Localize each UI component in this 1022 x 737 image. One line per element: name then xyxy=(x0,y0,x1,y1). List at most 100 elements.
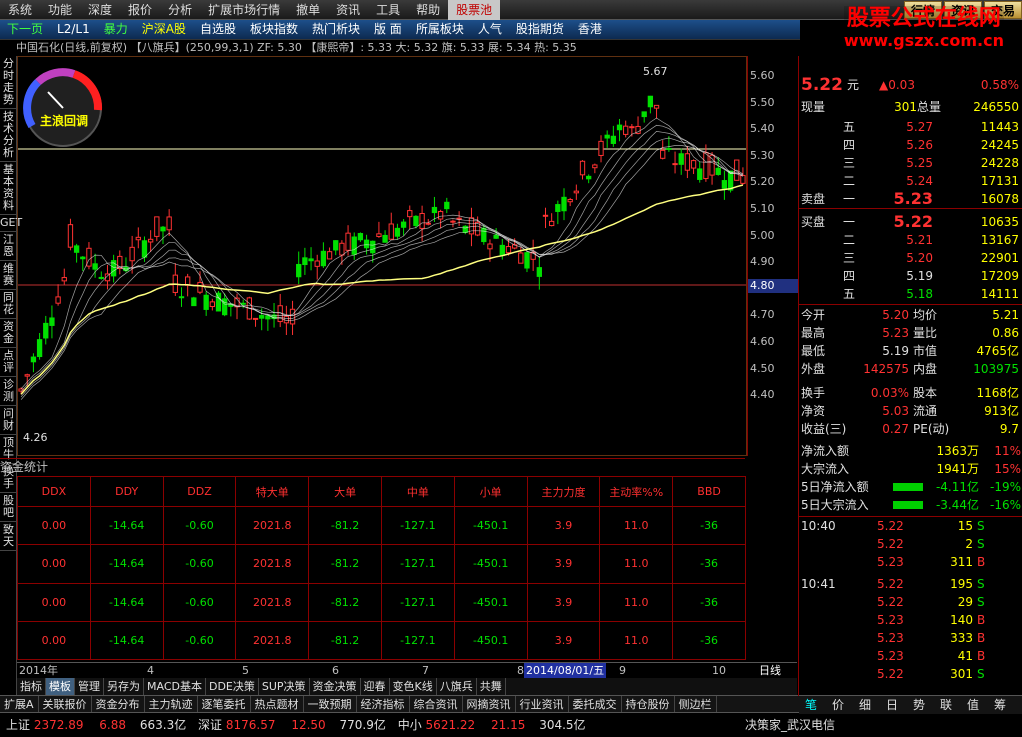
left-nav-item[interactable]: 点评 xyxy=(0,348,17,377)
indicator-tab[interactable]: MACD基本 xyxy=(144,678,206,695)
candle-body xyxy=(715,167,721,175)
left-nav-item[interactable]: 江恩 xyxy=(0,232,17,261)
bottom-tab[interactable]: 热点题材 xyxy=(251,696,304,713)
indicator-tab[interactable]: 八旗兵 xyxy=(437,678,477,695)
bottom-tab[interactable]: 关联报价 xyxy=(39,696,92,713)
server-label[interactable]: 决策家_武汉电信 xyxy=(745,713,835,737)
candle-body xyxy=(166,216,172,231)
ask-volume: 24245 xyxy=(980,138,1019,152)
period-label[interactable]: 日线 xyxy=(759,663,781,679)
bottom-tab[interactable]: 逐笔委托 xyxy=(198,696,251,713)
menu-ext-market[interactable]: 扩展市场行情 xyxy=(200,0,288,20)
left-nav-item[interactable]: 分时走势 xyxy=(0,56,17,109)
quote-panel: 5.22 元 ▲0.03 0.58% 现量 301 总量 246550 五 5.27 11443 四 5… xyxy=(798,56,1022,714)
tab-hushen-a[interactable]: 沪深A股 xyxy=(135,20,193,39)
tab-baoli[interactable]: 暴力 xyxy=(97,20,135,39)
bottom-tab[interactable]: 委托成交 xyxy=(569,696,622,713)
indicator-tab[interactable]: 管理 xyxy=(75,678,104,695)
left-nav-item[interactable]: 资金 xyxy=(0,319,17,348)
menu-analysis[interactable]: 分析 xyxy=(160,0,200,20)
stat-value: 0.03% xyxy=(870,386,909,400)
left-nav-item[interactable]: 股吧 xyxy=(0,493,17,522)
tab-watchlist[interactable]: 自选股 xyxy=(193,20,243,39)
last-price: 5.22 xyxy=(801,75,843,95)
left-nav-item[interactable]: 维赛 xyxy=(0,261,17,290)
right-tab[interactable]: 联 xyxy=(940,696,952,714)
candle-body xyxy=(296,263,302,278)
menu-quote[interactable]: 报价 xyxy=(120,0,160,20)
indicator-tab[interactable]: 迎春 xyxy=(361,678,390,695)
left-nav-item[interactable]: GET xyxy=(0,215,22,232)
kline-chart[interactable]: 5.67 4.26 xyxy=(17,56,747,456)
sh-index-name[interactable]: 上证 xyxy=(6,718,30,732)
gauge-label: 主浪回调 xyxy=(40,114,89,128)
indicator-tab[interactable]: DDE决策 xyxy=(206,678,259,695)
menu-stock-pool[interactable]: 股票池 xyxy=(448,0,501,20)
bottom-tab[interactable]: 一致预期 xyxy=(304,696,357,713)
tab-layout[interactable]: 版 面 xyxy=(367,20,409,39)
stat-value: 5.20 xyxy=(882,308,909,322)
menu-cancel[interactable]: 撤单 xyxy=(288,0,328,20)
right-tab[interactable]: 值 xyxy=(967,696,979,714)
tab-hot-sector[interactable]: 热门析块 xyxy=(305,20,367,39)
indicator-tab[interactable]: 模板 xyxy=(46,678,75,695)
stat-label: 换手 xyxy=(801,386,826,400)
tab-sector-index[interactable]: 板块指数 xyxy=(243,20,305,39)
tab-futures[interactable]: 股指期货 xyxy=(509,20,571,39)
menu-tools[interactable]: 工具 xyxy=(368,0,408,20)
bid-level: 一 xyxy=(843,215,856,229)
left-nav-item[interactable]: 基本资料 xyxy=(0,162,17,215)
right-tab[interactable]: 势 xyxy=(913,696,925,714)
candle-body xyxy=(592,164,598,169)
left-nav-item[interactable]: 技术分析 xyxy=(0,109,17,162)
indicator-tab[interactable]: 共舞 xyxy=(477,678,506,695)
tab-popularity[interactable]: 人气 xyxy=(471,20,509,39)
right-tab[interactable]: 日 xyxy=(886,696,898,714)
l2-l1-toggle[interactable]: L2/L1 xyxy=(50,20,97,39)
sz-index-name[interactable]: 深证 xyxy=(198,718,222,732)
indicator-tab[interactable]: SUP决策 xyxy=(259,678,310,695)
left-nav-item[interactable]: 致天 xyxy=(0,522,17,551)
left-nav-item[interactable]: 问财 xyxy=(0,406,17,435)
right-tab[interactable]: 笔 xyxy=(805,696,817,714)
ask-price: 5.24 xyxy=(906,174,933,188)
menu-help[interactable]: 帮助 xyxy=(408,0,448,20)
fund-cell: 2021.8 xyxy=(235,582,310,622)
flow-value: -3.44亿 xyxy=(935,498,979,512)
indicator-tab[interactable]: 变色K线 xyxy=(390,678,437,695)
tab-own-sector[interactable]: 所属板块 xyxy=(409,20,471,39)
menu-info[interactable]: 资讯 xyxy=(328,0,368,20)
next-page-button[interactable]: 下一页 xyxy=(0,20,50,39)
candle-body xyxy=(363,239,370,249)
right-tab[interactable]: 筹 xyxy=(994,696,1006,714)
bottom-tab[interactable]: 侧边栏 xyxy=(675,696,717,713)
tab-hk[interactable]: 香港 xyxy=(571,20,609,39)
indicator-tab[interactable]: 资金决策 xyxy=(310,678,361,695)
bottom-tab[interactable]: 综合资讯 xyxy=(410,696,463,713)
left-nav-item[interactable]: 诊测 xyxy=(0,377,17,406)
menu-function[interactable]: 功能 xyxy=(40,0,80,20)
fund-cell: -14.64 xyxy=(89,505,164,546)
bottom-tab[interactable]: 扩展A xyxy=(0,696,39,713)
sh-index-amount: 663.3亿 xyxy=(139,718,187,732)
stat-label-2: 量比 xyxy=(913,326,938,340)
bid-row: 三 5.20 22901 xyxy=(799,249,1022,267)
flow-value: 1941万 xyxy=(936,462,979,476)
bottom-tab[interactable]: 网摘资讯 xyxy=(463,696,516,713)
bottom-tab[interactable]: 主力轨迹 xyxy=(145,696,198,713)
bottom-tab[interactable]: 持仓股份 xyxy=(622,696,675,713)
bottom-tab[interactable]: 经济指标 xyxy=(357,696,410,713)
right-tab[interactable]: 价 xyxy=(832,696,844,714)
left-nav-item[interactable]: 同花 xyxy=(0,290,17,319)
right-tab[interactable]: 细 xyxy=(859,696,871,714)
tick-price: 5.22 xyxy=(877,577,904,591)
indicator-tab[interactable]: 指标 xyxy=(17,678,46,695)
ask-price: 5.25 xyxy=(906,156,933,170)
bottom-tab[interactable]: 行业资讯 xyxy=(516,696,569,713)
zx-index-name[interactable]: 中小 xyxy=(398,718,422,732)
indicator-tab[interactable]: 另存为 xyxy=(104,678,144,695)
candle-body xyxy=(55,296,61,304)
bottom-tab[interactable]: 资金分布 xyxy=(92,696,145,713)
menu-system[interactable]: 系统 xyxy=(0,0,40,20)
menu-depth[interactable]: 深度 xyxy=(80,0,120,20)
